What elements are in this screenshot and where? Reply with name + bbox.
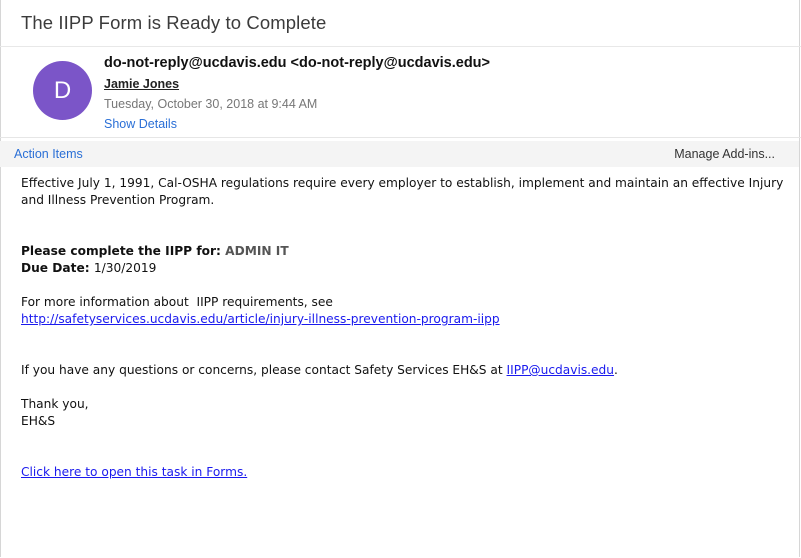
questions-line: If you have any questions or concerns, p…: [21, 362, 791, 379]
complete-value: ADMIN IT: [225, 244, 289, 258]
complete-line: Please complete the IIPP for: ADMIN IT: [21, 243, 791, 260]
message-header: D do-not-reply@ucdavis.edu <do-not-reply…: [0, 46, 801, 138]
sender-avatar: D: [33, 61, 92, 120]
iipp-email-link[interactable]: IIPP@ucdavis.edu: [507, 363, 615, 377]
message-datetime: Tuesday, October 30, 2018 at 9:44 AM: [104, 97, 318, 111]
open-task-link[interactable]: Click here to open this task in Forms.: [21, 465, 247, 479]
complete-label: Please complete the IIPP for:: [21, 244, 226, 258]
recipient-name[interactable]: Jamie Jones: [104, 77, 179, 91]
intro-paragraph: Effective July 1, 1991, Cal-OSHA regulat…: [21, 176, 784, 207]
email-subject: The IIPP Form is Ready to Complete: [21, 12, 327, 33]
message-body: Effective July 1, 1991, Cal-OSHA regulat…: [21, 175, 791, 481]
show-details-link[interactable]: Show Details: [104, 117, 177, 131]
questions-text: If you have any questions or concerns, p…: [21, 363, 507, 377]
iipp-info-link[interactable]: http://safetyservices.ucdavis.edu/articl…: [21, 312, 500, 326]
due-line: Due Date: 1/30/2019: [21, 260, 791, 277]
info-text: For more information about IIPP requirem…: [21, 295, 333, 309]
due-label: Due Date:: [21, 261, 94, 275]
action-items-button[interactable]: Action Items: [14, 147, 83, 161]
questions-end: .: [614, 363, 618, 377]
manage-addins-button[interactable]: Manage Add-ins...: [674, 147, 775, 161]
thanks-text: Thank you,: [21, 397, 89, 411]
due-value: 1/30/2019: [93, 261, 157, 275]
sender-address[interactable]: do-not-reply@ucdavis.edu <do-not-reply@u…: [104, 55, 490, 71]
actions-bar: Action Items Manage Add-ins...: [0, 141, 799, 167]
signature-text: EH&S: [21, 414, 56, 428]
avatar-letter: D: [53, 76, 72, 104]
